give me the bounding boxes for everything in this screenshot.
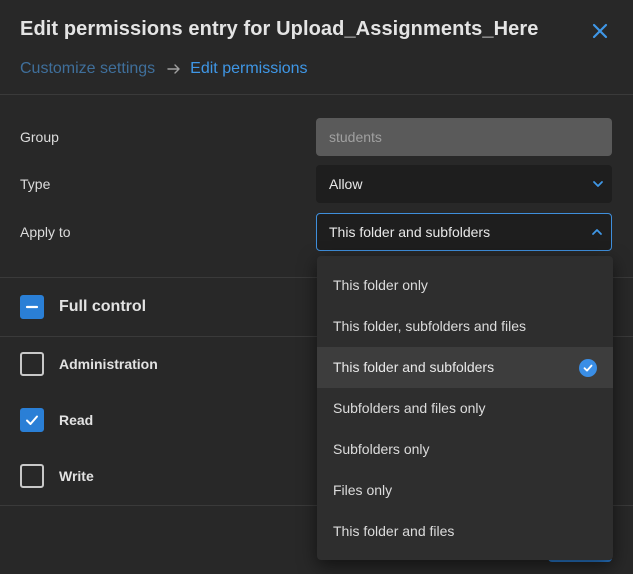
option-this-folder-and-files[interactable]: This folder and files: [317, 511, 613, 552]
permission-administration[interactable]: Administration: [20, 352, 158, 376]
write-checkbox[interactable]: [20, 464, 44, 488]
option-label: This folder only: [333, 277, 428, 293]
option-this-folder-subfolders-and-files[interactable]: This folder, subfolders and files: [317, 306, 613, 347]
option-label: This folder and files: [333, 523, 455, 539]
option-label: Subfolders only: [333, 441, 430, 457]
permission-full-control[interactable]: Full control: [20, 295, 146, 319]
apply-to-select[interactable]: This folder and subfolders: [316, 213, 612, 251]
type-select[interactable]: Allow: [316, 165, 612, 203]
option-subfolders-only[interactable]: Subfolders only: [317, 429, 613, 470]
dialog-title: Edit permissions entry for Upload_Assign…: [20, 18, 539, 40]
type-select-value: Allow: [329, 176, 363, 192]
apply-to-label: Apply to: [20, 224, 71, 240]
permission-read[interactable]: Read: [20, 408, 93, 432]
arrow-right-icon: [167, 63, 181, 75]
option-label: Files only: [333, 482, 393, 498]
apply-to-select-value: This folder and subfolders: [329, 224, 491, 240]
edit-permissions-dialog: Edit permissions entry for Upload_Assign…: [0, 0, 633, 574]
close-icon: [592, 23, 608, 39]
read-checkbox[interactable]: [20, 408, 44, 432]
full-control-checkbox[interactable]: [20, 295, 44, 319]
check-icon: [26, 415, 38, 425]
breadcrumb-customize-settings[interactable]: Customize settings: [20, 60, 155, 78]
option-files-only[interactable]: Files only: [317, 470, 613, 511]
option-label: This folder, subfolders and files: [333, 318, 526, 334]
close-button[interactable]: [589, 20, 611, 42]
minus-icon: [25, 305, 39, 309]
group-field: students: [316, 118, 612, 156]
chevron-down-icon: [593, 181, 603, 187]
option-this-folder-and-subfolders[interactable]: This folder and subfolders: [317, 347, 613, 388]
write-label: Write: [59, 468, 94, 484]
breadcrumb: Customize settings Edit permissions: [20, 60, 308, 78]
option-this-folder-only[interactable]: This folder only: [317, 265, 613, 306]
option-label: Subfolders and files only: [333, 400, 486, 416]
type-label: Type: [20, 176, 51, 192]
full-control-label: Full control: [59, 298, 147, 315]
permission-write[interactable]: Write: [20, 464, 94, 488]
administration-checkbox[interactable]: [20, 352, 44, 376]
option-subfolders-and-files-only[interactable]: Subfolders and files only: [317, 388, 613, 429]
group-label: Group: [20, 129, 59, 145]
apply-to-dropdown-menu: This folder only This folder, subfolders…: [317, 256, 613, 560]
dialog-header: Edit permissions entry for Upload_Assign…: [0, 0, 633, 95]
check-circle-icon: [579, 359, 597, 377]
read-label: Read: [59, 412, 94, 428]
chevron-up-icon: [592, 229, 602, 235]
breadcrumb-edit-permissions: Edit permissions: [190, 60, 308, 77]
option-label: This folder and subfolders: [333, 359, 495, 375]
administration-label: Administration: [59, 356, 158, 372]
